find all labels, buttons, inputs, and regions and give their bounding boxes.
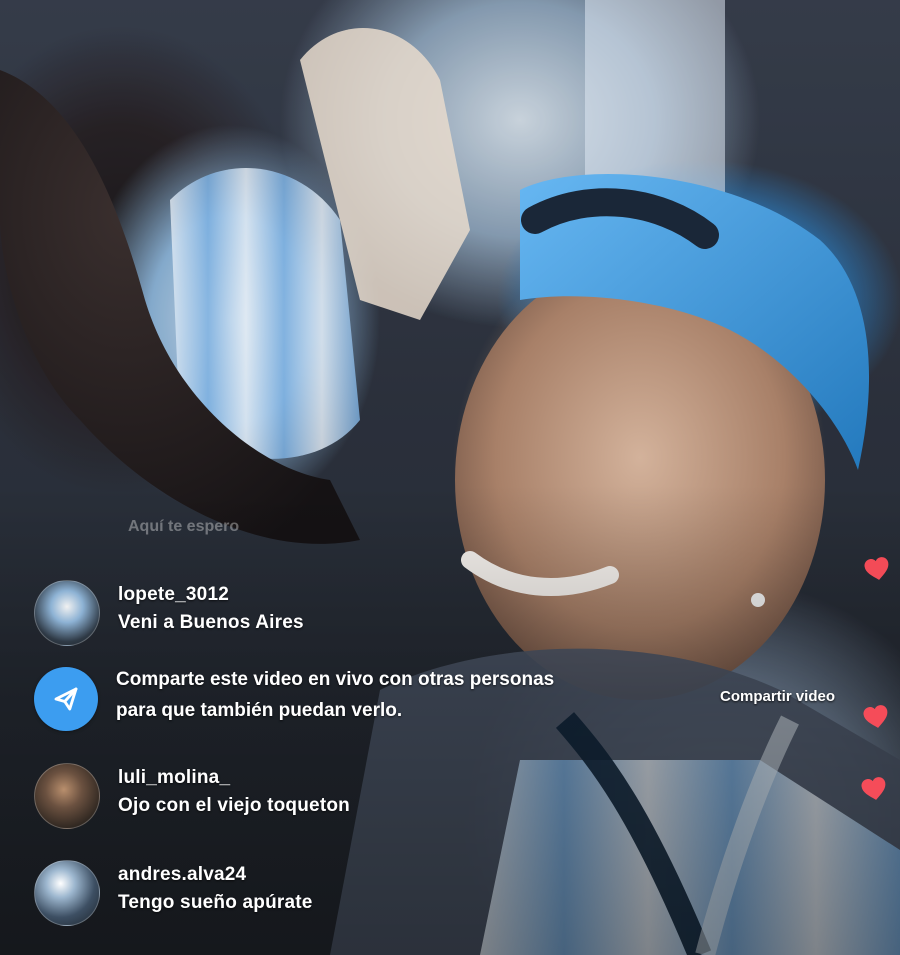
share-video-button[interactable]: Compartir video (720, 688, 835, 705)
comment-username[interactable]: lopete_3012 (118, 584, 304, 606)
share-prompt: Comparte este video en vivo con otras pe… (34, 667, 554, 731)
comment-message: Veni a Buenos Aires (118, 612, 304, 633)
share-prompt-line-1: Comparte este video en vivo con otras pe… (116, 669, 555, 690)
comment-body: luli_molina_ Ojo con el viejo toqueton (118, 763, 350, 817)
heart-icon-graphic (863, 705, 888, 728)
comment-item: luli_molina_ Ojo con el viejo toqueton (34, 763, 350, 829)
comment-item: andres.alva24 Tengo sueño apúrate (34, 860, 313, 926)
share-prompt-line-2: para que también puedan verlo. (116, 699, 403, 721)
avatar[interactable] (34, 763, 100, 829)
avatar[interactable] (34, 580, 100, 646)
comment-message: Tengo sueño apúrate (118, 892, 313, 913)
share-prompt-text: Comparte este video en vivo con otras pe… (116, 667, 554, 723)
comment-username[interactable]: luli_molina_ (118, 767, 350, 789)
faded-comment: Aquí te espero (128, 518, 240, 535)
share-arrow-icon-graphic (54, 687, 78, 711)
comment-body: lopete_3012 Veni a Buenos Aires (118, 580, 304, 634)
comment-message: Ojo con el viejo toqueton (118, 795, 350, 816)
share-arrow-icon[interactable] (34, 667, 98, 731)
heart-icon (858, 549, 895, 586)
heart-icon (857, 697, 894, 734)
live-stream-video: Aquí te espero lopete_3012 Veni a Buenos… (0, 0, 900, 955)
comment-username[interactable]: andres.alva24 (118, 864, 313, 886)
comment-body: andres.alva24 Tengo sueño apúrate (118, 860, 313, 914)
heart-icon-graphic (864, 557, 889, 580)
comment-item: lopete_3012 Veni a Buenos Aires (34, 580, 304, 646)
heart-icon-graphic (861, 777, 886, 800)
avatar[interactable] (34, 860, 100, 926)
heart-icon (855, 769, 892, 806)
